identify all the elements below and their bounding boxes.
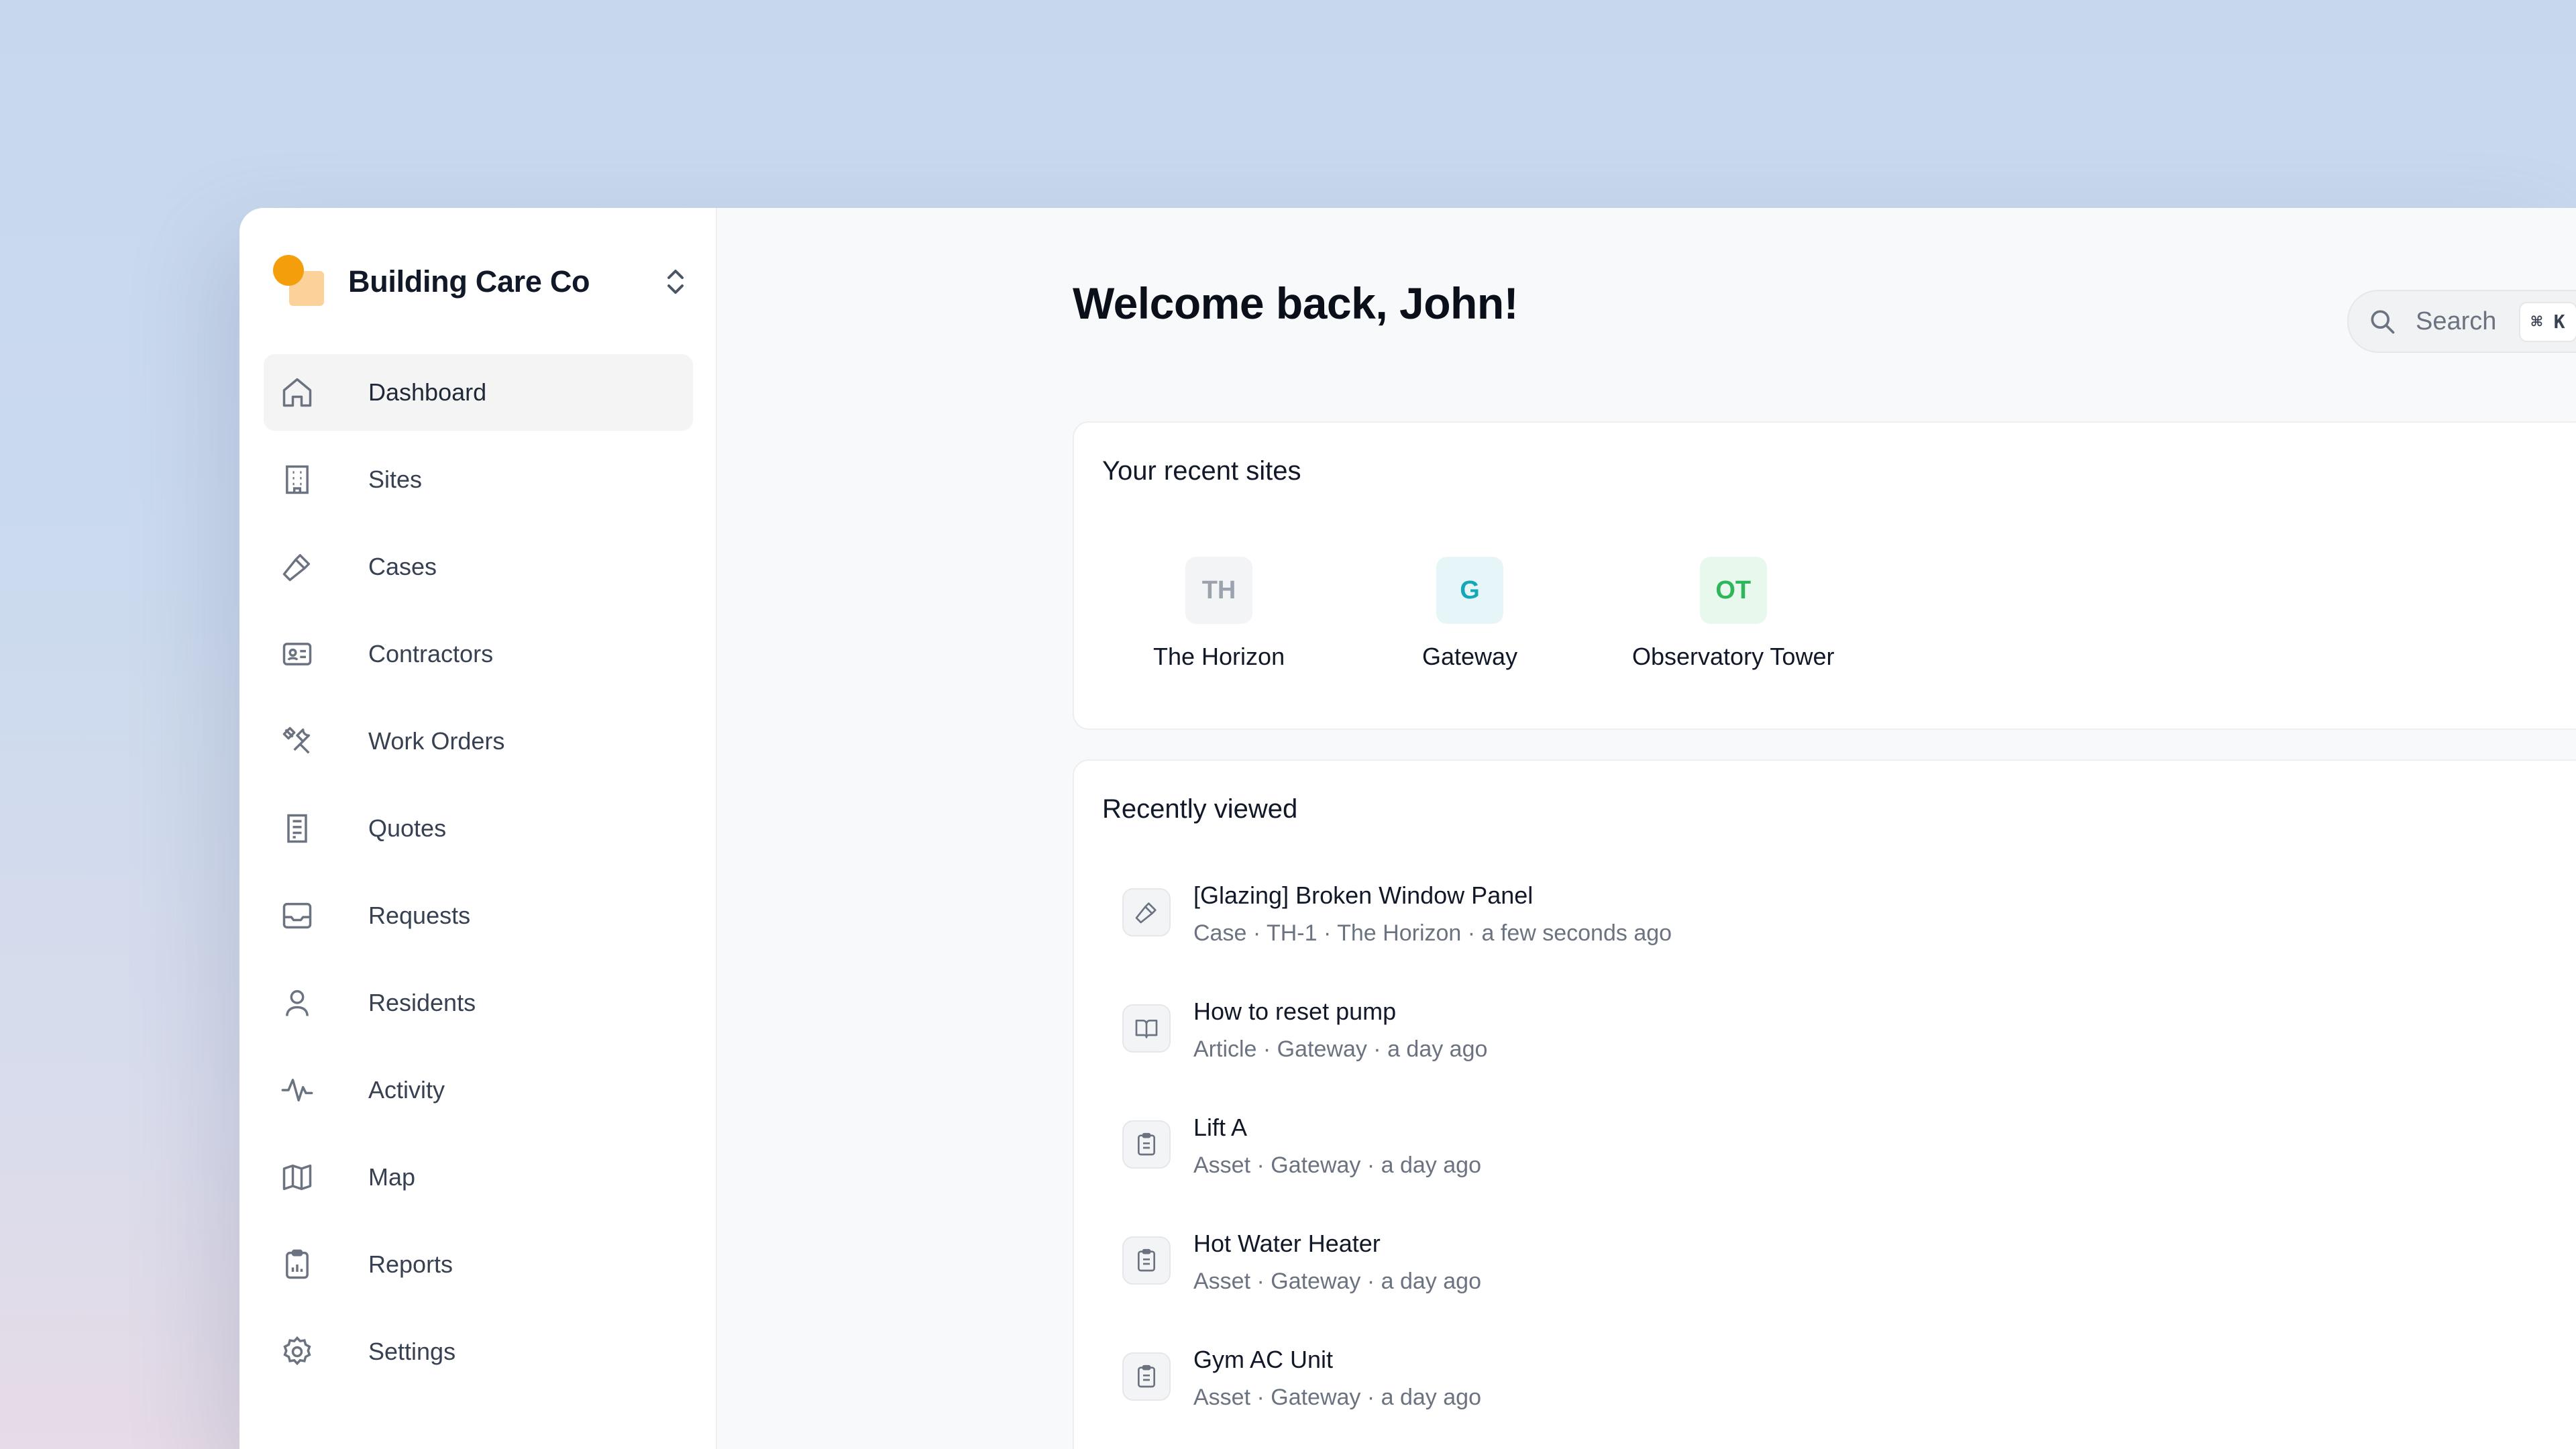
receipt-icon [287,814,307,843]
sidebar-item-work-orders[interactable]: Work Orders [264,703,693,780]
list-item-title: Hot Water Heater [1193,1230,1381,1257]
sidebar-item-residents[interactable]: Residents [264,965,693,1041]
list-item-title: How to reset pump [1193,998,1397,1025]
hammer-icon [1122,888,1171,936]
sidebar-item-cases[interactable]: Cases [264,529,693,605]
sidebar-item-sites[interactable]: Sites [264,441,693,518]
search-label: Search [2416,307,2497,335]
sidebar: Building Care Co Dashboard Sites Cases C… [239,208,717,1449]
site-name: Gateway [1422,643,1518,670]
page-title: Welcome back, John! [1073,278,1519,328]
recent-sites-card: Your recent sites TH The Horizon G Gatew… [1073,421,2576,730]
sidebar-item-label: Reports [368,1250,453,1278]
list-item-meta: Asset · Gateway · a day ago [1193,1385,1481,1410]
list-item[interactable]: [Glazing] Broken Window Panel Case · TH-… [1102,875,2576,991]
sidebar-item-reports[interactable]: Reports [264,1226,693,1303]
sidebar-item-requests[interactable]: Requests [264,877,693,954]
hammer-icon [282,553,311,582]
sidebar-item-label: Settings [368,1338,456,1365]
recent-sites-title: Your recent sites [1102,456,1301,486]
sidebar-item-contractors[interactable]: Contractors [264,616,693,692]
clipboard-icon [1122,1236,1171,1285]
recently-viewed-card: Recently viewed [Glazing] Broken Window … [1073,759,2576,1449]
tools-icon [282,727,311,754]
list-item[interactable]: How to reset pump Article · Gateway · a … [1102,991,2576,1107]
list-item-meta: Asset · Gateway · a day ago [1193,1152,1481,1178]
sidebar-item-label: Activity [368,1076,445,1104]
site-name: Observatory Tower [1632,643,1835,670]
list-item-title: Lift A [1193,1114,1248,1141]
gear-icon [283,1336,311,1366]
sidebar-item-map[interactable]: Map [264,1139,693,1216]
user-icon [286,989,309,1016]
building-icon [286,465,309,494]
site-badge: G [1436,557,1504,624]
home-icon [282,378,312,407]
org-logo [273,255,327,309]
list-item-meta: Case · TH-1 · The Horizon · a few second… [1193,920,1672,946]
inbox-icon [282,902,312,929]
list-item-title: Gym AC Unit [1193,1346,1334,1373]
site-item-observatory-tower[interactable]: OT Observatory Tower [1632,557,1834,671]
search-icon [2371,310,2395,334]
id-card-icon [282,643,312,665]
sidebar-item-label: Cases [368,553,437,580]
sidebar-item-label: Quotes [368,814,447,842]
sidebar-item-label: Dashboard [368,378,487,406]
clipboard-icon [1122,1120,1171,1169]
map-icon [282,1164,312,1191]
sidebar-item-label: Requests [368,902,471,929]
sidebar-item-label: Contractors [368,640,494,667]
sidebar-item-label: Work Orders [368,727,505,755]
list-item-meta: Asset · Gateway · a day ago [1193,1269,1481,1294]
book-icon [1122,1004,1171,1053]
search-button[interactable]: Search ⌘ K [2347,290,2576,353]
site-badge: TH [1185,557,1253,624]
sidebar-item-dashboard[interactable]: Dashboard [264,354,693,431]
list-item[interactable]: Lift A Asset · Gateway · a day ago [1102,1107,2576,1223]
app-window: Building Care Co Dashboard Sites Cases C… [239,208,2576,1449]
org-switcher[interactable]: Building Care Co [273,248,716,315]
search-shortcut: ⌘ K [2519,302,2576,342]
sidebar-item-label: Sites [368,466,423,493]
recently-viewed-list: [Glazing] Broken Window Panel Case · TH-… [1102,875,2576,1449]
sidebar-item-label: Map [368,1163,416,1191]
sidebar-item-label: Residents [368,989,476,1016]
clipboard-chart-icon [286,1249,309,1279]
site-badge: OT [1699,557,1767,624]
site-item-gateway[interactable]: G Gateway [1422,557,1517,671]
main-content: Welcome back, John! Search ⌘ K Your rece… [717,208,2576,1449]
activity-icon [281,1079,313,1102]
sidebar-item-settings[interactable]: Settings [264,1313,693,1390]
site-item-the-horizon[interactable]: TH The Horizon [1153,557,1285,671]
sidebar-item-activity[interactable]: Activity [264,1052,693,1128]
sidebar-nav: Dashboard Sites Cases Contractors Work O… [264,354,693,1401]
chevron-up-down-icon[interactable] [662,266,689,298]
recently-viewed-title: Recently viewed [1102,794,1298,824]
list-item[interactable]: Gym AC Unit Asset · Gateway · a day ago [1102,1339,2576,1449]
sidebar-item-quotes[interactable]: Quotes [264,790,693,867]
list-item-title: [Glazing] Broken Window Panel [1193,881,1534,909]
list-item[interactable]: Hot Water Heater Asset · Gateway · a day… [1102,1223,2576,1339]
clipboard-icon [1122,1352,1171,1401]
site-name: The Horizon [1153,643,1285,670]
org-name: Building Care Co [348,264,590,299]
list-item-meta: Article · Gateway · a day ago [1193,1036,1488,1062]
